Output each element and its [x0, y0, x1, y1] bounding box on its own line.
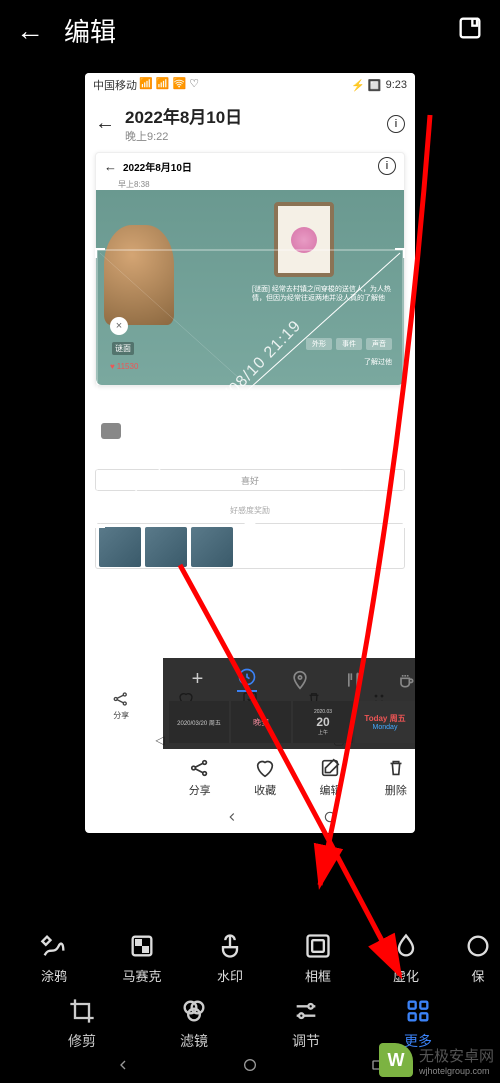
game-card: × 谜面 ♥ 11530 [谜面] 经常去村镇之间穿梭的送信人，为人热情，但因为…: [96, 190, 404, 385]
share-icon: [112, 690, 130, 708]
reward-title: 好感度奖励: [95, 505, 405, 516]
page-title: 编辑: [64, 12, 436, 49]
adjust-nav[interactable]: 调节: [292, 997, 320, 1051]
like-row: 喜好: [95, 469, 405, 491]
inner-back-icon: ←: [95, 112, 115, 135]
save-button[interactable]: [456, 14, 484, 47]
overlay-sysnav: [163, 806, 415, 833]
coffee-tab[interactable]: [396, 670, 415, 690]
frame-tool[interactable]: 相框: [288, 932, 348, 985]
sys-back-icon[interactable]: [115, 1057, 131, 1078]
game-badge: 谜面: [112, 342, 134, 355]
overlay-action-row: 分享 收藏 编辑 删除 更多: [163, 749, 415, 806]
add-button[interactable]: +: [192, 668, 204, 691]
watermark-tool[interactable]: 水印: [200, 932, 260, 985]
clock-tab[interactable]: [237, 667, 257, 692]
style-tile[interactable]: 2020.0320上午: [293, 701, 353, 743]
watermark-url: wjhotelgroup.com: [419, 1066, 494, 1076]
partial-tool[interactable]: 保: [464, 932, 492, 985]
watermark-style-panel: + 2020/03/20 周五 晚安 2020.0320上午 Today 周五M…: [163, 658, 415, 833]
info-icon: i: [387, 115, 405, 133]
filter-nav[interactable]: 滤镜: [180, 997, 208, 1051]
delete-action[interactable]: 删除: [385, 757, 407, 798]
style-tile[interactable]: Today 周五Monday: [355, 701, 415, 743]
edit-action[interactable]: 编辑: [319, 757, 341, 798]
sys-home-icon[interactable]: [242, 1057, 258, 1078]
style-tiles: 2020/03/20 周五 晚安 2020.0320上午 Today 周五Mon…: [163, 701, 415, 749]
speech-icon: [101, 423, 121, 439]
favorite-action[interactable]: 收藏: [254, 757, 276, 798]
game-desc: [谜面] 经常去村镇之间穿梭的送信人，为人热情，但因为经常往返两地并没人真的了解…: [252, 285, 392, 303]
inner-title: 2022年8月10日: [125, 103, 377, 128]
thumbnail-row: [95, 523, 405, 569]
watermark-logo: W: [379, 1043, 413, 1077]
location-tab[interactable]: [290, 670, 310, 690]
style-tile[interactable]: 晚安: [231, 701, 291, 743]
nav-home-icon: [323, 810, 337, 829]
nested-screenshot: ← 2022年8月10日 i 早上8:38 × 谜面 ♥ 11530 [谜面] …: [95, 152, 405, 386]
doodle-tool[interactable]: 涂鸦: [24, 932, 84, 985]
watermark-title: 无极安卓网: [419, 1045, 494, 1066]
style-tile[interactable]: 2020/03/20 周五: [169, 701, 229, 743]
game-tabs: 外形 事件 声音: [306, 338, 392, 350]
edit-canvas[interactable]: 中国移动📶 📶 🛜 ♡ ⚡ 🔲9:23 ← 2022年8月10日 晚上9:22 …: [85, 73, 415, 833]
crop-nav[interactable]: 修剪: [68, 997, 96, 1051]
food-tab[interactable]: [343, 670, 363, 690]
game-heart: ♥ 11530: [110, 362, 138, 371]
tool-scroller[interactable]: 涂鸦 马赛克 水印 相框 虚化 保: [0, 932, 500, 985]
inner-subtitle: 晚上9:22: [125, 128, 377, 144]
share-action[interactable]: 分享: [189, 757, 211, 798]
blur-tool[interactable]: 虚化: [376, 932, 436, 985]
game-know: 了解过他: [364, 357, 392, 367]
site-watermark: W 无极安卓网 wjhotelgroup.com: [379, 1043, 494, 1077]
game-frame: [274, 202, 334, 277]
nested-back-icon: ←: [104, 159, 117, 174]
nav-back-icon: [225, 810, 239, 829]
inner-status-bar: 中国移动📶 📶 🛜 ♡ ⚡ 🔲9:23: [85, 73, 415, 97]
mosaic-tool[interactable]: 马赛克: [112, 932, 172, 985]
back-button[interactable]: ←: [16, 15, 44, 47]
game-close-icon: ×: [110, 317, 128, 335]
game-character: [104, 225, 174, 325]
nested-info-icon: i: [378, 157, 396, 175]
